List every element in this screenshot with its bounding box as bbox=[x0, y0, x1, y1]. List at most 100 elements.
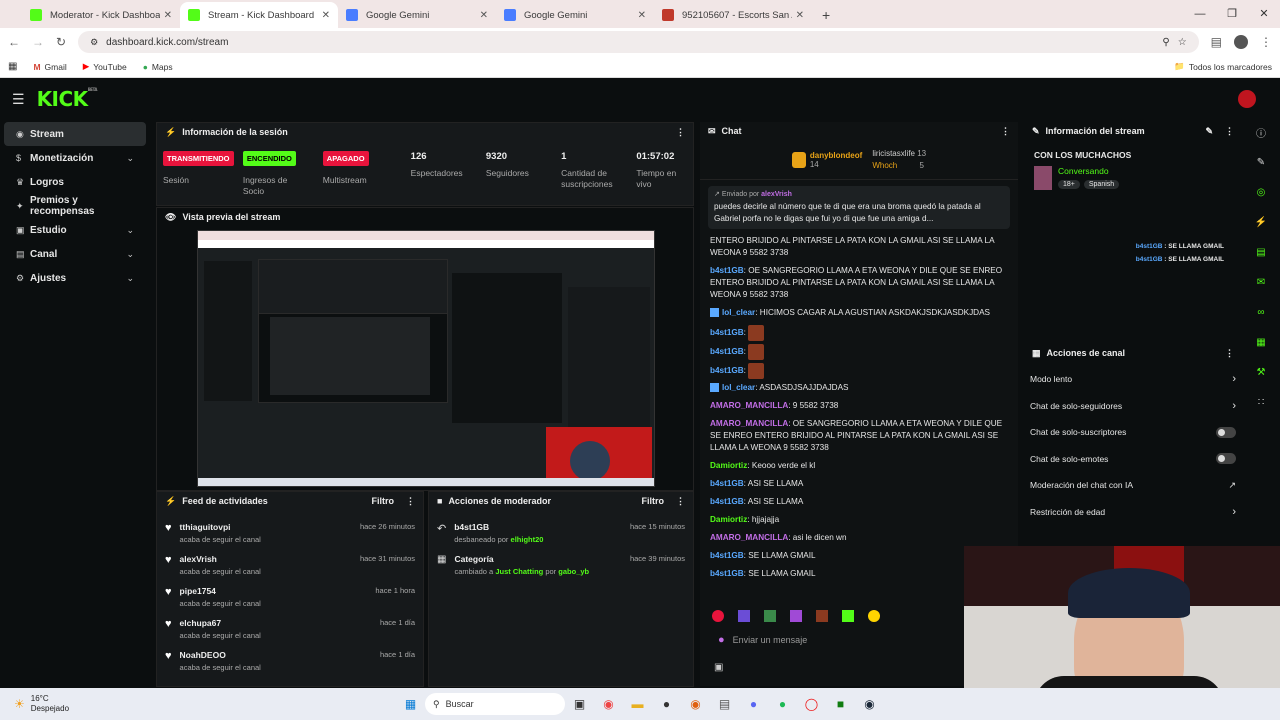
windows-start-icon[interactable]: ▦ bbox=[400, 693, 422, 715]
chat-username[interactable]: b4st1GB bbox=[710, 569, 744, 578]
toggle-switch[interactable] bbox=[1216, 426, 1236, 438]
external-link-icon[interactable]: ↗ bbox=[1228, 480, 1236, 491]
wrench-icon[interactable]: ⚒ bbox=[1251, 362, 1271, 382]
user-avatar[interactable] bbox=[1238, 90, 1256, 108]
chat-username[interactable]: lol_clear bbox=[722, 308, 755, 317]
emote-icon[interactable] bbox=[712, 610, 724, 622]
minimize-icon[interactable]: — bbox=[1184, 0, 1216, 28]
chat-username[interactable]: b4st1GB bbox=[710, 347, 744, 356]
chat-username[interactable]: AMARO_MANCILLA bbox=[710, 533, 788, 542]
chat-username[interactable]: b4st1GB bbox=[710, 479, 744, 488]
browser-tab[interactable]: 952105607 - Escorts San Anton✕ bbox=[654, 2, 812, 28]
browser-tab[interactable]: Moderator - Kick Dashboard ✕ bbox=[22, 2, 180, 28]
opera-icon[interactable]: ◯ bbox=[801, 693, 823, 715]
app-icon[interactable]: ● bbox=[656, 693, 678, 715]
sidebar-item-stream[interactable]: ◉ Stream bbox=[4, 122, 146, 146]
emote-image[interactable] bbox=[748, 363, 765, 379]
kick-logo[interactable]: KICKBETA bbox=[37, 87, 98, 111]
emote-icon[interactable] bbox=[842, 610, 854, 622]
channel-action-item[interactable]: Chat de solo-suscriptores bbox=[1024, 419, 1242, 446]
chevron-right-icon[interactable]: › bbox=[1232, 373, 1236, 385]
close-tab-icon[interactable]: ✕ bbox=[164, 10, 172, 21]
sidebar-item-monetización[interactable]: $ Monetización ⌄ bbox=[4, 146, 146, 170]
more-icon[interactable]: ⋮ bbox=[406, 496, 415, 507]
new-tab-button[interactable]: + bbox=[812, 2, 840, 28]
apps-icon[interactable]: ▦ bbox=[8, 61, 17, 72]
chevron-down-icon[interactable]: ⌄ bbox=[126, 225, 134, 236]
app-icon[interactable]: ◉ bbox=[685, 693, 707, 715]
app-icon[interactable]: ▤ bbox=[714, 693, 736, 715]
channel-action-item[interactable]: Moderación del chat con IA ↗ bbox=[1024, 472, 1242, 499]
hamburger-icon[interactable]: ☰ bbox=[12, 91, 25, 108]
edit-icon[interactable]: ✎ bbox=[1251, 152, 1271, 172]
chat-username[interactable]: Damiortiz bbox=[710, 461, 747, 470]
chevron-down-icon[interactable]: ⌄ bbox=[126, 273, 134, 284]
discord-icon[interactable]: ● bbox=[743, 693, 765, 715]
emote-icon[interactable] bbox=[816, 610, 828, 622]
feed-filter-button[interactable]: Filtro bbox=[372, 496, 395, 506]
channel-action-item[interactable]: Modo lento › bbox=[1024, 366, 1242, 393]
emote-image[interactable] bbox=[748, 325, 765, 341]
sidebar-item-logros[interactable]: ♛ Logros bbox=[4, 170, 146, 194]
more-icon[interactable]: ⋮ bbox=[676, 127, 685, 138]
grid-icon[interactable]: ▦ bbox=[1251, 332, 1271, 352]
site-info-icon[interactable]: ⚙ bbox=[90, 37, 98, 48]
sidebar-item-estudio[interactable]: ▣ Estudio ⌄ bbox=[4, 218, 146, 242]
xbox-icon[interactable]: ■ bbox=[830, 693, 852, 715]
mod-filter-button[interactable]: Filtro bbox=[642, 496, 665, 506]
more-icon[interactable]: ⋮ bbox=[676, 496, 685, 507]
pinned-message[interactable]: ↗ Enviado por alexVrish puedes decirle a… bbox=[708, 186, 1010, 229]
chevron-right-icon[interactable]: › bbox=[1232, 400, 1236, 412]
chat-username[interactable]: AMARO_MANCILLA bbox=[710, 401, 788, 410]
chat-username[interactable]: b4st1GB bbox=[710, 328, 744, 337]
star-icon[interactable]: ☆ bbox=[1178, 37, 1187, 48]
channel-action-item[interactable]: Chat de solo-seguidores › bbox=[1024, 393, 1242, 420]
category-thumbnail[interactable] bbox=[1034, 166, 1052, 190]
emote-icon[interactable] bbox=[738, 610, 750, 622]
close-tab-icon[interactable]: ✕ bbox=[638, 10, 646, 21]
emote-image[interactable] bbox=[748, 344, 765, 360]
sidebar-item-canal[interactable]: ▤ Canal ⌄ bbox=[4, 242, 146, 266]
steam-icon[interactable]: ◉ bbox=[859, 693, 881, 715]
extensions-icon[interactable]: ▤ bbox=[1211, 35, 1222, 49]
forward-icon[interactable]: → bbox=[32, 35, 44, 49]
more-icon[interactable]: ⋮ bbox=[1225, 126, 1234, 137]
menu-icon[interactable]: ⋮ bbox=[1260, 35, 1272, 49]
close-tab-icon[interactable]: ✕ bbox=[480, 10, 488, 21]
browser-tab[interactable]: Google Gemini ✕ bbox=[338, 2, 496, 28]
close-tab-icon[interactable]: ✕ bbox=[322, 10, 330, 21]
chevron-right-icon[interactable]: › bbox=[1232, 506, 1236, 518]
maximize-icon[interactable]: ❐ bbox=[1216, 0, 1248, 28]
link-icon[interactable]: ∞ bbox=[1251, 302, 1271, 322]
toggle-switch[interactable] bbox=[1216, 453, 1236, 465]
all-bookmarks[interactable]: 📁 Todos los marcadores bbox=[1174, 61, 1272, 72]
bookmark-gmail[interactable]: M Gmail bbox=[33, 62, 66, 72]
back-icon[interactable]: ← bbox=[8, 35, 20, 49]
browser-tab[interactable]: Stream - Kick Dashboard ✕ bbox=[180, 2, 338, 28]
more-icon[interactable]: ⋮ bbox=[1225, 348, 1234, 359]
gift-icon[interactable]: ▣ bbox=[714, 662, 723, 673]
document-icon[interactable]: ▤ bbox=[1251, 242, 1271, 262]
chat-username[interactable]: AMARO_MANCILLA bbox=[710, 419, 788, 428]
chat-username[interactable]: b4st1GB bbox=[710, 497, 744, 506]
chat-bubble-icon[interactable]: ✉ bbox=[1251, 272, 1271, 292]
channel-action-item[interactable]: Restricción de edad › bbox=[1024, 499, 1242, 526]
chat-username[interactable]: b4st1GB bbox=[710, 551, 744, 560]
sidebar-item-ajustes[interactable]: ⚙ Ajustes ⌄ bbox=[4, 266, 146, 290]
weather-widget[interactable]: ☀ 16°C Despejado bbox=[14, 694, 134, 714]
channel-action-item[interactable]: Chat de solo-emotes bbox=[1024, 446, 1242, 473]
task-view-icon[interactable]: ▣ bbox=[569, 693, 591, 715]
target-icon[interactable]: ◎ bbox=[1251, 182, 1271, 202]
chevron-down-icon[interactable]: ⌄ bbox=[126, 249, 134, 260]
explorer-icon[interactable]: ▬ bbox=[627, 693, 649, 715]
reload-icon[interactable]: ↻ bbox=[56, 35, 66, 49]
spotify-icon[interactable]: ● bbox=[772, 693, 794, 715]
stream-category[interactable]: Conversando bbox=[1058, 166, 1119, 176]
emote-icon[interactable] bbox=[764, 610, 776, 622]
profile-avatar[interactable] bbox=[1234, 35, 1248, 49]
browser-tab[interactable]: Google Gemini ✕ bbox=[496, 2, 654, 28]
edit-icon[interactable]: ✎ bbox=[1205, 126, 1213, 137]
emote-icon[interactable] bbox=[868, 610, 880, 622]
sidebar-item-premios[interactable]: ✦ Premios y recompensas bbox=[4, 194, 146, 218]
chat-username[interactable]: lol_clear bbox=[722, 383, 755, 392]
